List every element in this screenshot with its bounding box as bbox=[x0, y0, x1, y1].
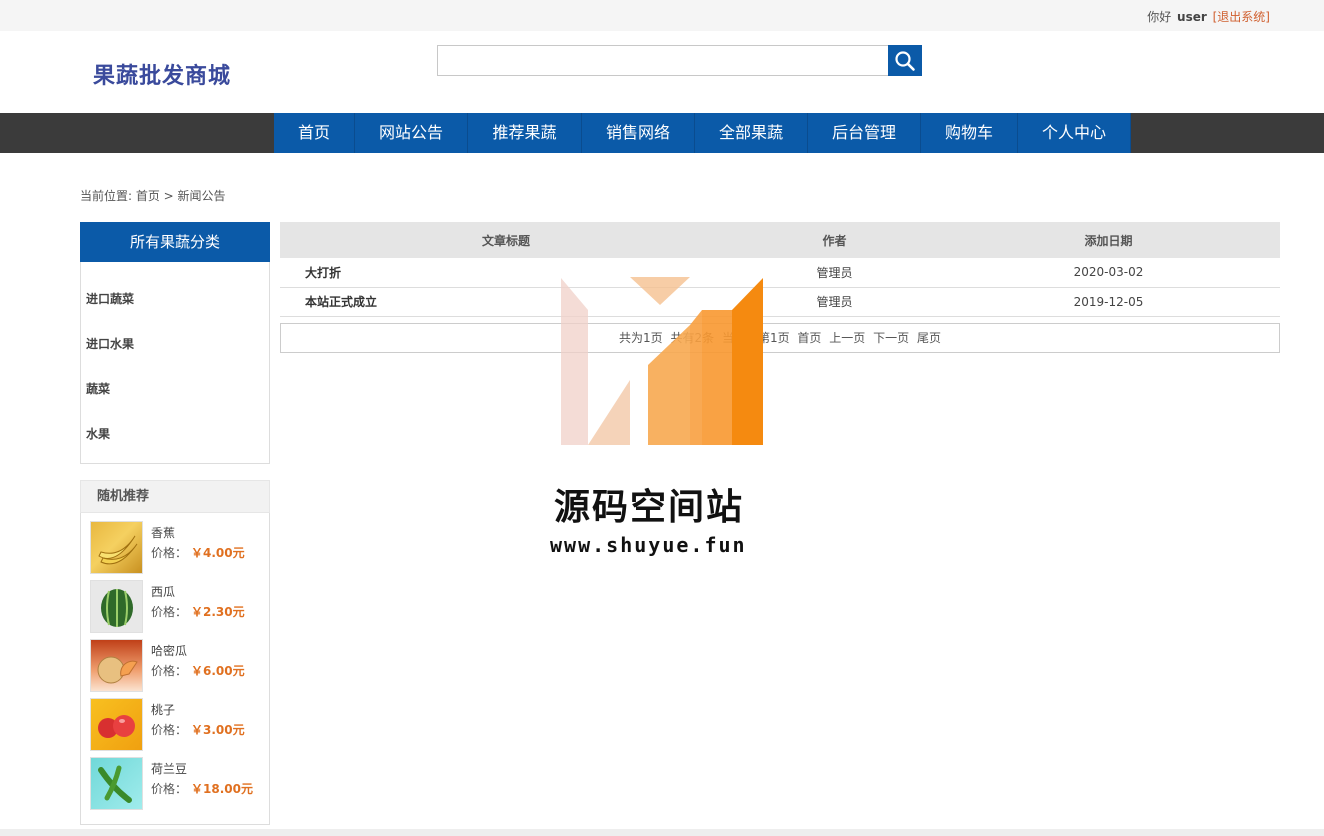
pager-total-pages: 共为1页 bbox=[619, 330, 663, 345]
nav-profile[interactable]: 个人中心 bbox=[1018, 113, 1131, 153]
article-author: 管理员 bbox=[732, 287, 937, 317]
category-item[interactable]: 进口水果 bbox=[81, 336, 269, 381]
product-name[interactable]: 西瓜 bbox=[151, 583, 175, 600]
nav-admin[interactable]: 后台管理 bbox=[808, 113, 921, 153]
search-input[interactable] bbox=[437, 45, 888, 76]
user-greeting: 你好 user [退出系统] bbox=[1147, 8, 1270, 25]
pager-current-page: 当前为第1页 bbox=[721, 330, 790, 345]
greeting-text: 你好 bbox=[1147, 10, 1172, 24]
price-label: 价格： bbox=[151, 782, 188, 796]
product-price: 价格： ￥2.30元 bbox=[151, 603, 245, 620]
main-nav: 首页 网站公告 推荐果蔬 销售网络 全部果蔬 后台管理 购物车 个人中心 bbox=[0, 113, 1324, 153]
pager-last-link[interactable]: 尾页 bbox=[917, 331, 941, 345]
category-title: 所有果蔬分类 bbox=[80, 222, 270, 262]
price-value: ￥18.00元 bbox=[191, 782, 253, 796]
recommend-item: 哈密瓜 价格： ￥6.00元 bbox=[81, 639, 269, 698]
product-name[interactable]: 哈密瓜 bbox=[151, 642, 187, 659]
category-item[interactable]: 蔬菜 bbox=[81, 381, 269, 426]
article-title-link[interactable]: 大打折 bbox=[280, 258, 732, 288]
product-name[interactable]: 香蕉 bbox=[151, 524, 175, 541]
recommend-title: 随机推荐 bbox=[80, 480, 270, 513]
category-list: 进口蔬菜 进口水果 蔬菜 水果 bbox=[80, 262, 270, 464]
news-table: 文章标题 作者 添加日期 大打折 管理员 2020-03-02 本站正式成立 管… bbox=[280, 222, 1280, 317]
table-header-row: 文章标题 作者 添加日期 bbox=[280, 222, 1280, 258]
nav-home[interactable]: 首页 bbox=[274, 113, 355, 153]
article-author: 管理员 bbox=[732, 258, 937, 288]
category-item[interactable]: 水果 bbox=[81, 426, 269, 471]
price-value: ￥2.30元 bbox=[191, 605, 245, 619]
username: user bbox=[1177, 10, 1207, 24]
watermark-url: www.shuyue.fun bbox=[550, 533, 747, 557]
sidebar: 所有果蔬分类 进口蔬菜 进口水果 蔬菜 水果 随机推荐 香蕉 价格： ￥4.00元… bbox=[80, 222, 270, 825]
product-price: 价格： ￥3.00元 bbox=[151, 721, 245, 738]
product-image-watermelon[interactable] bbox=[90, 580, 143, 633]
product-image-snow-pea[interactable] bbox=[90, 757, 143, 810]
product-image-peach[interactable] bbox=[90, 698, 143, 751]
column-header-author: 作者 bbox=[732, 222, 937, 258]
top-bar: 你好 user [退出系统] bbox=[0, 0, 1324, 31]
price-label: 价格： bbox=[151, 723, 188, 737]
search-icon bbox=[895, 50, 915, 71]
recommend-item: 桃子 价格： ￥3.00元 bbox=[81, 698, 269, 757]
footer-strip bbox=[0, 829, 1324, 836]
search-bar bbox=[437, 45, 922, 76]
recommend-item: 荷兰豆 价格： ￥18.00元 bbox=[81, 757, 269, 816]
table-row: 大打折 管理员 2020-03-02 bbox=[280, 258, 1280, 288]
pager-next-link[interactable]: 下一页 bbox=[873, 331, 909, 345]
column-header-date: 添加日期 bbox=[937, 222, 1280, 258]
price-value: ￥6.00元 bbox=[191, 664, 245, 678]
product-price: 价格： ￥4.00元 bbox=[151, 544, 245, 561]
watermark-title: 源码空间站 bbox=[554, 487, 745, 528]
pagination: 共为1页 共有2条 当前为第1页 首页 上一页 下一页 尾页 bbox=[280, 322, 1280, 353]
article-date: 2020-03-02 bbox=[937, 258, 1280, 288]
product-image-cantaloupe[interactable] bbox=[90, 639, 143, 692]
pager-prev-link[interactable]: 上一页 bbox=[829, 331, 865, 345]
breadcrumb: 当前位置: 首页 > 新闻公告 bbox=[80, 189, 226, 203]
article-date: 2019-12-05 bbox=[937, 287, 1280, 317]
nav-sales-network[interactable]: 销售网络 bbox=[582, 113, 695, 153]
price-label: 价格： bbox=[151, 664, 188, 678]
product-price: 价格： ￥18.00元 bbox=[151, 780, 253, 797]
news-content: 文章标题 作者 添加日期 大打折 管理员 2020-03-02 本站正式成立 管… bbox=[280, 222, 1280, 353]
category-item[interactable]: 进口蔬菜 bbox=[81, 291, 269, 336]
logout-link[interactable]: [退出系统] bbox=[1213, 10, 1270, 24]
pager-total-count: 共有2条 bbox=[670, 330, 715, 345]
product-name[interactable]: 荷兰豆 bbox=[151, 760, 187, 777]
nav-all-products[interactable]: 全部果蔬 bbox=[695, 113, 808, 153]
nav-recommended[interactable]: 推荐果蔬 bbox=[468, 113, 582, 153]
site-logo[interactable]: 果蔬批发商城 bbox=[93, 58, 231, 90]
price-value: ￥4.00元 bbox=[191, 546, 245, 560]
price-label: 价格： bbox=[151, 546, 188, 560]
nav-announcements[interactable]: 网站公告 bbox=[355, 113, 468, 153]
header: 果蔬批发商城 bbox=[0, 31, 1324, 113]
recommend-list: 香蕉 价格： ￥4.00元 西瓜 价格： ￥2.30元 哈密瓜 价格： ￥6.00元 … bbox=[80, 513, 270, 825]
price-label: 价格： bbox=[151, 605, 188, 619]
product-price: 价格： ￥6.00元 bbox=[151, 662, 245, 679]
pager-first-link[interactable]: 首页 bbox=[797, 331, 821, 345]
product-image-banana[interactable] bbox=[90, 521, 143, 574]
product-name[interactable]: 桃子 bbox=[151, 701, 175, 718]
recommend-item: 香蕉 价格： ￥4.00元 bbox=[81, 521, 269, 580]
nav-cart[interactable]: 购物车 bbox=[921, 113, 1018, 153]
price-value: ￥3.00元 bbox=[191, 723, 245, 737]
search-button[interactable] bbox=[888, 45, 922, 76]
article-title-link[interactable]: 本站正式成立 bbox=[280, 287, 732, 317]
column-header-title: 文章标题 bbox=[280, 222, 732, 258]
table-row: 本站正式成立 管理员 2019-12-05 bbox=[280, 287, 1280, 317]
recommend-item: 西瓜 价格： ￥2.30元 bbox=[81, 580, 269, 639]
